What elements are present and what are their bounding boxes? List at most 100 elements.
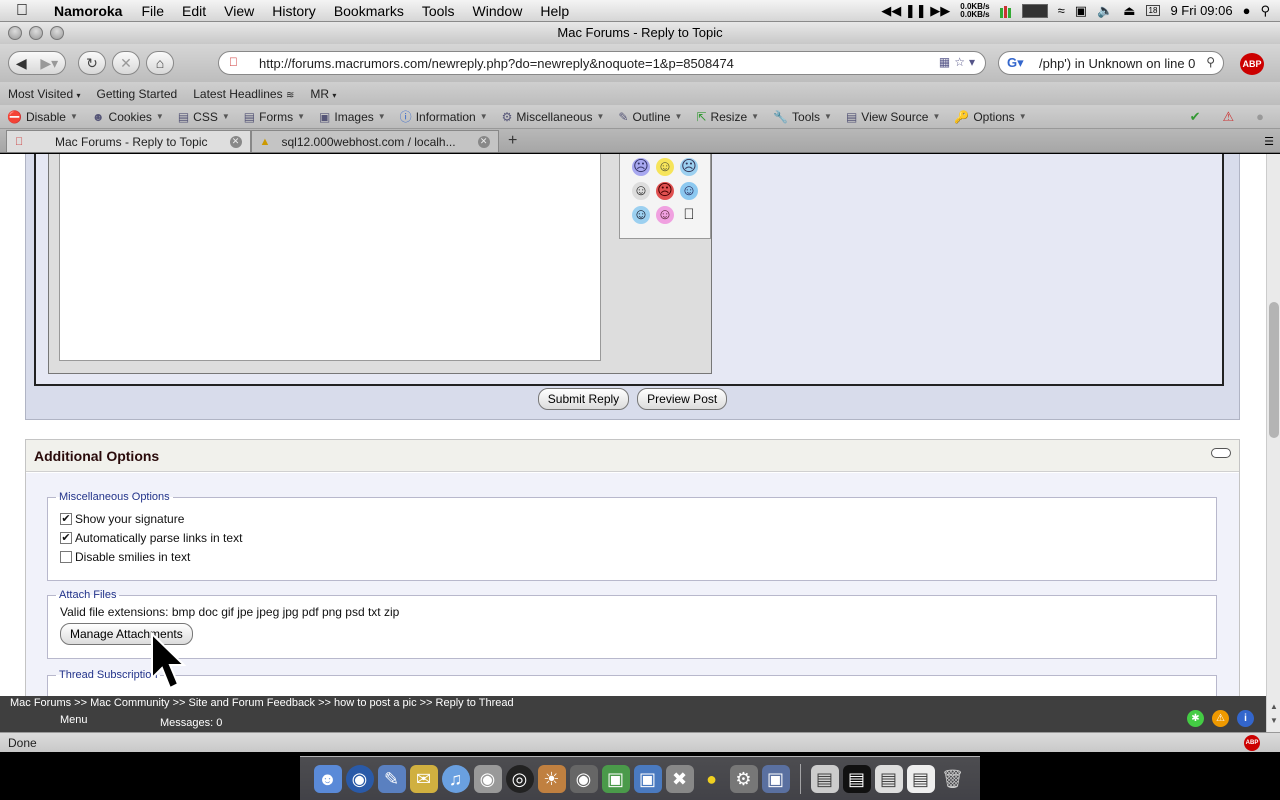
submit-reply-button[interactable]: Submit Reply xyxy=(537,388,630,410)
menu-window[interactable]: Window xyxy=(464,3,532,19)
eek-smiley-icon[interactable]: ☺ xyxy=(632,182,650,200)
smile-smiley-icon[interactable]: ☺ xyxy=(656,158,674,176)
reload-button[interactable]: ↻ xyxy=(78,51,106,75)
search-bar[interactable]: G▾ /php') in Unknown on line 0 ⚲ xyxy=(998,51,1224,75)
back-button[interactable]: ◀ xyxy=(16,55,27,72)
pdf-stack-icon[interactable]: ▤ xyxy=(906,764,935,793)
mad-smiley-icon[interactable]: ☹ xyxy=(656,182,674,200)
iphoto-icon[interactable]: ☀ xyxy=(537,764,566,793)
parse-links-checkbox[interactable]: ✔ xyxy=(60,531,72,544)
bookmark-getting-started[interactable]: Getting Started xyxy=(89,87,186,101)
aperture-icon[interactable]: ◎ xyxy=(505,764,534,793)
url-dropdown-icon[interactable]: ▾ xyxy=(969,55,975,69)
close-window-icon[interactable] xyxy=(8,26,22,40)
browser-globe-icon[interactable]: ◉ xyxy=(345,764,374,793)
dev-resize-menu[interactable]: ⇱ Resize ▼ xyxy=(689,110,766,124)
home-button[interactable]: ⌂ xyxy=(146,51,174,75)
clock[interactable]: 9 Fri 09:06 xyxy=(1170,3,1232,18)
dev-tools-menu[interactable]: 🔧 Tools ▼ xyxy=(766,110,839,124)
downloads-stack-icon[interactable]: ▤ xyxy=(874,764,903,793)
photo-browser-icon[interactable]: ▣ xyxy=(761,764,790,793)
adblock-plus-icon[interactable]: ABP xyxy=(1240,53,1264,75)
bookmark-star-icon[interactable]: ☆ xyxy=(954,55,965,69)
menu-history[interactable]: History xyxy=(263,3,325,19)
dev-information-menu[interactable]: ⓘ Information ▼ xyxy=(393,108,495,125)
bookmark-most-visited[interactable]: Most Visited ▾ xyxy=(0,87,89,101)
scroll-up-arrow-icon[interactable]: ▲ xyxy=(1267,702,1280,711)
disable-smilies-option[interactable]: Disable smilies in text xyxy=(48,547,1216,566)
cyberduck-icon[interactable]: ● xyxy=(698,765,726,793)
camera-icon[interactable]: ◉ xyxy=(569,764,598,793)
tab-list-icon[interactable]: ☰ xyxy=(1258,135,1280,152)
footer-menu-link[interactable]: Menu xyxy=(60,714,88,726)
system-preferences-icon[interactable]: ⚙ xyxy=(729,764,758,793)
bookmark-latest-headlines[interactable]: Latest Headlines ≋ xyxy=(185,87,302,101)
error-alert-icon[interactable]: ⚠ xyxy=(1222,109,1234,125)
mail-icon[interactable]: ✉ xyxy=(409,764,438,793)
dev-images-menu[interactable]: ▣ Images ▼ xyxy=(312,110,393,124)
dev-css-menu[interactable]: ▤ CSS ▼ xyxy=(171,110,237,124)
apple-menu-icon[interactable]:  xyxy=(0,2,44,20)
validation-check-icon[interactable]: ✔ xyxy=(1190,109,1201,125)
dev-outline-menu[interactable]: ✎ Outline ▼ xyxy=(611,110,689,124)
apple-smiley-icon[interactable]:  xyxy=(680,206,698,224)
user-icon[interactable]: ● xyxy=(1243,3,1251,18)
display-icon[interactable]: ▣ xyxy=(1075,3,1087,19)
tongue-smiley-icon[interactable]: ☺ xyxy=(656,206,674,224)
orange-info-icon[interactable]: ⚠ xyxy=(1212,710,1229,727)
search-magnifier-icon[interactable]: ⚲ xyxy=(1204,55,1215,69)
menu-tools[interactable]: Tools xyxy=(413,3,464,19)
wifi-icon[interactable]: ≈ xyxy=(1058,3,1065,18)
collapse-toggle-icon[interactable] xyxy=(1211,448,1231,458)
messages-count[interactable]: Messages: 0 xyxy=(160,717,222,729)
volume-icon[interactable]: 🔈 xyxy=(1097,3,1113,19)
frown-smiley-icon[interactable]: ☹ xyxy=(632,158,650,176)
footer-breadcrumb[interactable]: Mac Forums >> Mac Community >> Site and … xyxy=(10,697,514,709)
message-textarea[interactable] xyxy=(59,154,601,361)
preview-icon[interactable]: ✎ xyxy=(377,764,406,793)
eject-icon[interactable]: ⏏ xyxy=(1123,3,1135,19)
app-name-menu[interactable]: Namoroka xyxy=(44,3,132,19)
menu-bookmarks[interactable]: Bookmarks xyxy=(325,3,413,19)
minimize-window-icon[interactable] xyxy=(29,26,43,40)
menu-help[interactable]: Help xyxy=(531,3,578,19)
itunes-icon[interactable]: ♫ xyxy=(441,764,470,793)
dev-disable-menu[interactable]: ⛔ Disable ▼ xyxy=(0,110,85,124)
menu-view[interactable]: View xyxy=(215,3,263,19)
menu-file[interactable]: File xyxy=(132,3,173,19)
spotlight-icon[interactable]: ⚲ xyxy=(1260,3,1270,19)
status-circle-icon[interactable]: ● xyxy=(1256,109,1264,125)
tab-sql-webhost[interactable]: ▲ sql12.000webhost.com / localh... ✕ xyxy=(250,130,499,152)
preview-post-button[interactable]: Preview Post xyxy=(637,388,728,410)
manage-attachments-button[interactable]: Manage Attachments xyxy=(60,623,193,645)
parse-links-option[interactable]: ✔ Automatically parse links in text xyxy=(48,528,1216,547)
zoom-window-icon[interactable] xyxy=(50,26,64,40)
confused-smiley-icon[interactable]: ☹ xyxy=(680,158,698,176)
close-tab-icon[interactable]: ✕ xyxy=(229,135,242,148)
rolleyes-smiley-icon[interactable]: ☺ xyxy=(680,182,698,200)
forward-button[interactable]: ▶▾ xyxy=(40,55,58,72)
disable-smilies-checkbox[interactable] xyxy=(60,550,72,563)
scrollbar-thumb[interactable] xyxy=(1269,302,1279,438)
show-signature-checkbox[interactable]: ✔ xyxy=(60,512,72,525)
new-tab-button[interactable]: + xyxy=(499,130,527,152)
green-status-icon[interactable]: ✱ xyxy=(1187,710,1204,727)
dev-forms-menu[interactable]: ▤ Forms ▼ xyxy=(237,110,312,124)
dev-miscellaneous-menu[interactable]: ⚙ Miscellaneous ▼ xyxy=(495,110,612,124)
blue-info-icon[interactable]: i xyxy=(1237,710,1254,727)
disk-utility-icon[interactable]: ◉ xyxy=(473,764,502,793)
media-controls-icon[interactable]: ◀◀ ❚❚ ▶▶ xyxy=(881,3,950,19)
bookmark-mr[interactable]: MR ▾ xyxy=(302,87,344,101)
stop-button[interactable]: ✕ xyxy=(112,51,140,75)
google-search-engine-icon[interactable]: G▾ xyxy=(1007,55,1024,71)
statusbar-abp-icon[interactable]: ABP xyxy=(1244,735,1260,751)
vertical-scrollbar[interactable]: ▲ ▼ xyxy=(1266,154,1280,732)
screen-sharing-icon[interactable]: ▣ xyxy=(633,764,662,793)
rss-feed-icon[interactable]: ▦ xyxy=(939,55,950,69)
documents-stack-icon[interactable]: ▤ xyxy=(810,764,839,793)
finder-icon[interactable]: ☻ xyxy=(313,764,342,793)
dev-view-source-menu[interactable]: ▤ View Source ▼ xyxy=(839,110,947,124)
utilities-tools-icon[interactable]: ✖ xyxy=(665,764,694,793)
terminal-stack-icon[interactable]: ▤ xyxy=(842,764,871,793)
close-tab-icon[interactable]: ✕ xyxy=(477,135,490,148)
